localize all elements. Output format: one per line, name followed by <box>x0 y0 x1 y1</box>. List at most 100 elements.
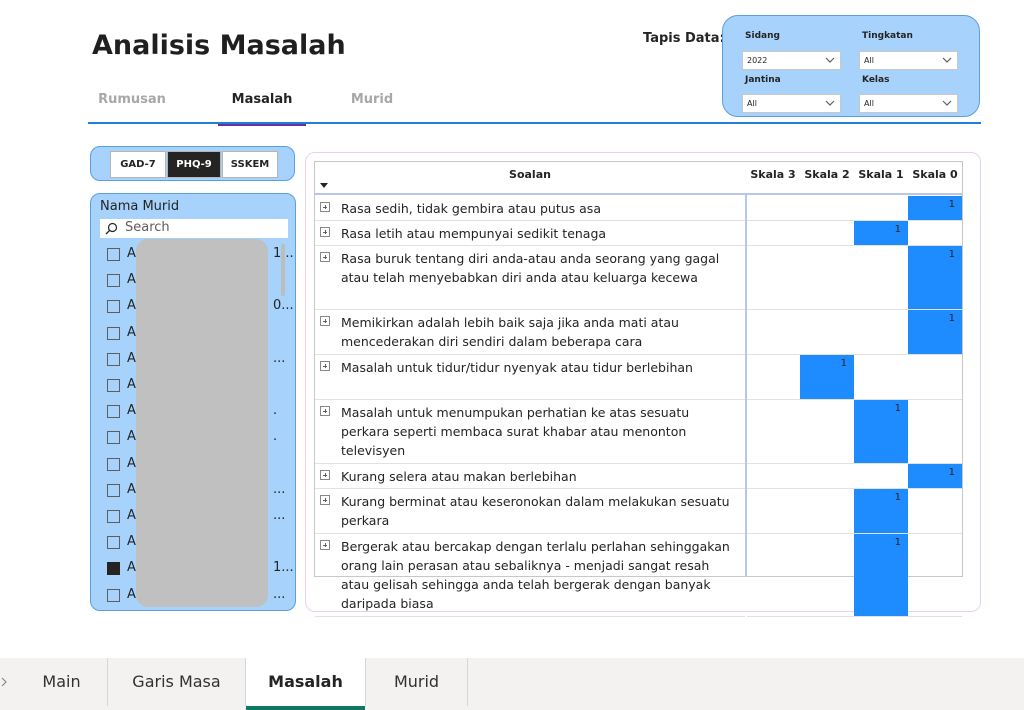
page-tab-garis-masa[interactable]: Garis Masa <box>108 658 246 706</box>
page-tab-label: Masalah <box>268 672 343 691</box>
sidang-label: Sidang <box>745 31 780 41</box>
slicer-item-tail: 0... <box>273 298 294 314</box>
sidang-dropdown[interactable]: 2022 <box>742 51 841 70</box>
question-text: Rasa buruk tentang diri anda-atau anda s… <box>341 251 720 285</box>
page-tab-label: Murid <box>393 672 440 691</box>
chevron-down-icon <box>942 100 952 106</box>
question-text: Masalah untuk tidur/tidur nyenyak atau t… <box>341 360 693 375</box>
matrix-row: Rasa letih atau mempunyai sedikit tenaga… <box>315 221 962 246</box>
question-text: Rasa letih atau mempunyai sedikit tenaga <box>341 226 607 241</box>
slicer-item-initial: A <box>127 586 136 602</box>
checkbox[interactable] <box>107 274 120 288</box>
toggle-sskem[interactable]: SSKEM <box>222 151 278 178</box>
expand-icon[interactable] <box>320 495 330 505</box>
cell-value: 1 <box>840 358 847 369</box>
scale-value-cell[interactable]: 1 <box>854 489 908 533</box>
toggle-phq9[interactable]: PHQ-9 <box>167 151 221 178</box>
checkbox[interactable] <box>107 431 120 445</box>
scale-value-cell[interactable]: 1 <box>854 221 908 245</box>
slicer-item-initial: A <box>127 377 136 392</box>
jantina-label: Jantina <box>745 75 781 85</box>
header-skala-0[interactable]: Skala 0 <box>908 168 962 181</box>
matrix-header: Soalan Skala 3 Skala 2 Skala 1 Skala 0 <box>315 162 962 195</box>
jantina-dropdown[interactable]: All <box>742 94 841 113</box>
page-tab-label: Garis Masa <box>132 672 221 691</box>
checkbox[interactable] <box>107 300 120 314</box>
checkbox[interactable] <box>107 483 120 497</box>
expand-icon[interactable] <box>320 470 330 480</box>
slicer-search-input[interactable]: Search <box>100 219 288 238</box>
question-text: Rasa sedih, tidak gembira atau putus asa <box>341 201 601 216</box>
cell-value: 1 <box>948 467 955 478</box>
question-text: Kurang berminat atau keseronokan dalam m… <box>341 494 730 528</box>
tingkatan-label: Tingkatan <box>862 31 913 41</box>
slicer-title: Nama Murid <box>100 199 180 214</box>
checkbox[interactable] <box>107 352 120 366</box>
scale-value-cell[interactable]: 1 <box>854 534 908 616</box>
checkbox[interactable] <box>107 457 120 471</box>
header-skala-1[interactable]: Skala 1 <box>854 168 908 181</box>
page-tab-masalah[interactable]: Masalah <box>246 658 366 710</box>
nav-tab-murid[interactable]: Murid <box>328 90 416 126</box>
expand-icon[interactable] <box>320 540 330 550</box>
toggle-gad7[interactable]: GAD-7 <box>110 151 166 178</box>
nav-tab-masalah[interactable]: Masalah <box>218 90 306 126</box>
slicer-item-tail: ... <box>273 586 286 602</box>
expand-icon[interactable] <box>320 406 330 416</box>
redacted-names <box>136 239 268 607</box>
cell-value: 1 <box>894 492 901 503</box>
slicer-item-initial: A <box>127 403 136 419</box>
student-slicer: Nama Murid Search A1...AA0...AA...AA.A.A… <box>90 193 296 611</box>
page-tab-active-underline <box>246 706 365 710</box>
header-soalan[interactable]: Soalan <box>315 168 745 181</box>
page-nav: Rumusan Masalah Murid <box>88 90 393 126</box>
checkbox[interactable] <box>107 379 120 392</box>
checkbox[interactable] <box>107 588 120 602</box>
page-tab-murid[interactable]: Murid <box>366 658 468 706</box>
checkbox[interactable] <box>107 405 120 419</box>
page-tab-main[interactable]: Main <box>16 658 108 706</box>
scale-value-cell[interactable]: 1 <box>908 246 962 309</box>
scale-value-cell[interactable]: 1 <box>908 310 962 354</box>
slicer-item-tail: 1... <box>273 560 294 576</box>
expand-icon[interactable] <box>320 361 330 371</box>
nav-tab-label: Masalah <box>231 92 293 107</box>
expand-icon[interactable] <box>320 202 330 212</box>
search-icon <box>105 222 118 235</box>
slicer-item-initial: A <box>127 298 136 314</box>
matrix-row: Kurang selera atau makan berlebihan 1 <box>315 464 962 489</box>
kelas-dropdown[interactable]: All <box>859 94 958 113</box>
cell-value: 1 <box>948 249 955 260</box>
scale-value-cell[interactable]: 1 <box>800 355 854 399</box>
tingkatan-value: All <box>864 56 874 65</box>
expand-icon[interactable] <box>320 252 330 262</box>
chevron-down-icon <box>942 57 952 63</box>
tingkatan-dropdown[interactable]: All <box>859 51 958 70</box>
expand-icon[interactable] <box>320 316 330 326</box>
scale-value-cell[interactable]: 1 <box>908 196 962 220</box>
header-skala-3[interactable]: Skala 3 <box>746 168 800 181</box>
checkbox[interactable] <box>107 536 120 550</box>
checkbox[interactable] <box>107 510 120 523</box>
slicer-item-initial: A <box>127 246 136 261</box>
nav-tab-label: Rumusan <box>98 92 166 107</box>
chevron-right-icon[interactable] <box>0 676 10 688</box>
slicer-item-initial: A <box>127 429 136 445</box>
scale-value-cell[interactable]: 1 <box>908 464 962 488</box>
slicer-item-initial: A <box>127 534 136 550</box>
checkbox[interactable] <box>107 248 120 261</box>
matrix-divider <box>745 195 747 576</box>
sort-descending-icon[interactable] <box>320 183 328 188</box>
checkbox[interactable] <box>107 326 120 340</box>
jantina-value: All <box>747 99 757 108</box>
matrix-row: Bergerak atau bercakap dengan terlalu pe… <box>315 534 962 617</box>
checkbox[interactable] <box>107 562 120 576</box>
sidang-value: 2022 <box>747 56 768 65</box>
scale-value-cell[interactable]: 1 <box>854 400 908 463</box>
chevron-down-icon <box>825 57 835 63</box>
chevron-down-icon <box>825 100 835 106</box>
expand-icon[interactable] <box>320 227 330 237</box>
header-skala-2[interactable]: Skala 2 <box>800 168 854 181</box>
nav-tab-rumusan[interactable]: Rumusan <box>88 90 176 126</box>
slicer-scrollbar[interactable] <box>281 244 285 296</box>
